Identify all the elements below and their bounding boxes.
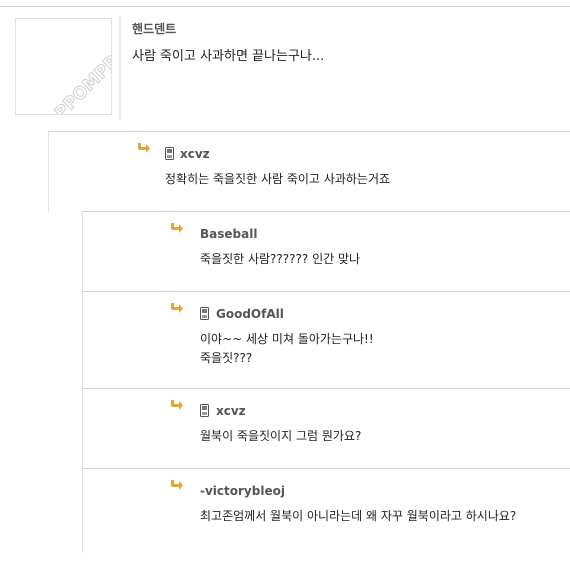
reply-author-name[interactable]: xcvz (180, 147, 210, 161)
reply-author-name[interactable]: -victorybleoj (200, 484, 285, 498)
reply-left-rule (82, 292, 83, 389)
reply-left-rule (82, 469, 83, 553)
reply-arrow-icon (170, 302, 184, 314)
reply-left-rule (82, 389, 83, 469)
reply-item: xcvz 정확히는 죽을짓한 사람 죽이고 사과하는거죠 (48, 131, 570, 212)
reply-text: 월북이 죽을짓이지 그럼 뭔가요? (200, 429, 362, 443)
original-post: PPOMPPU 핸드덴트 사람 죽이고 사과하면 끝나는구나... (0, 8, 570, 121)
avatar[interactable]: PPOMPPU (15, 18, 112, 115)
reply-arrow-icon (170, 222, 184, 234)
comment-thread: PPOMPPU 핸드덴트 사람 죽이고 사과하면 끝나는구나... xcvz 정… (0, 0, 570, 562)
reply-item: -victorybleoj 최고존엄께서 월북이 아니라는데 왜 자꾸 월북이라… (82, 468, 570, 553)
reply-left-rule (82, 212, 83, 292)
reply-text: 이야~~ 세상 미쳐 돌아가는구나!! 죽을짓??? (200, 332, 374, 365)
reply-text: 죽을짓한 사람?????? 인간 맞나 (200, 252, 361, 266)
reply-item: GoodOfAll 이야~~ 세상 미쳐 돌아가는구나!! 죽을짓??? (82, 291, 570, 389)
mobile-phone-icon (165, 147, 174, 160)
mobile-phone-icon (200, 307, 209, 320)
post-author-name[interactable]: 핸드덴트 (132, 20, 176, 37)
post-text: 사람 죽이고 사과하면 끝나는구나... (132, 49, 325, 64)
reply-arrow-icon (170, 399, 184, 411)
reply-left-rule (48, 132, 49, 212)
reply-item: Baseball 죽을짓한 사람?????? 인간 맞나 (82, 211, 570, 292)
reply-text: 최고존엄께서 월북이 아니라는데 왜 자꾸 월북이라고 하시나요? (200, 509, 517, 523)
reply-author-name[interactable]: xcvz (216, 404, 246, 418)
mobile-phone-icon (200, 404, 209, 417)
reply-author-name[interactable]: Baseball (200, 227, 257, 241)
top-divider (0, 6, 570, 7)
reply-text: 정확히는 죽을짓한 사람 죽이고 사과하는거죠 (165, 172, 391, 186)
reply-arrow-icon (170, 479, 184, 491)
reply-item: xcvz 월북이 죽을짓이지 그럼 뭔가요? (82, 388, 570, 469)
reply-arrow-icon (137, 142, 151, 154)
post-divider (119, 16, 121, 121)
reply-author-name[interactable]: GoodOfAll (216, 307, 284, 321)
ppomppu-watermark-logo: PPOMPPU (16, 19, 111, 114)
